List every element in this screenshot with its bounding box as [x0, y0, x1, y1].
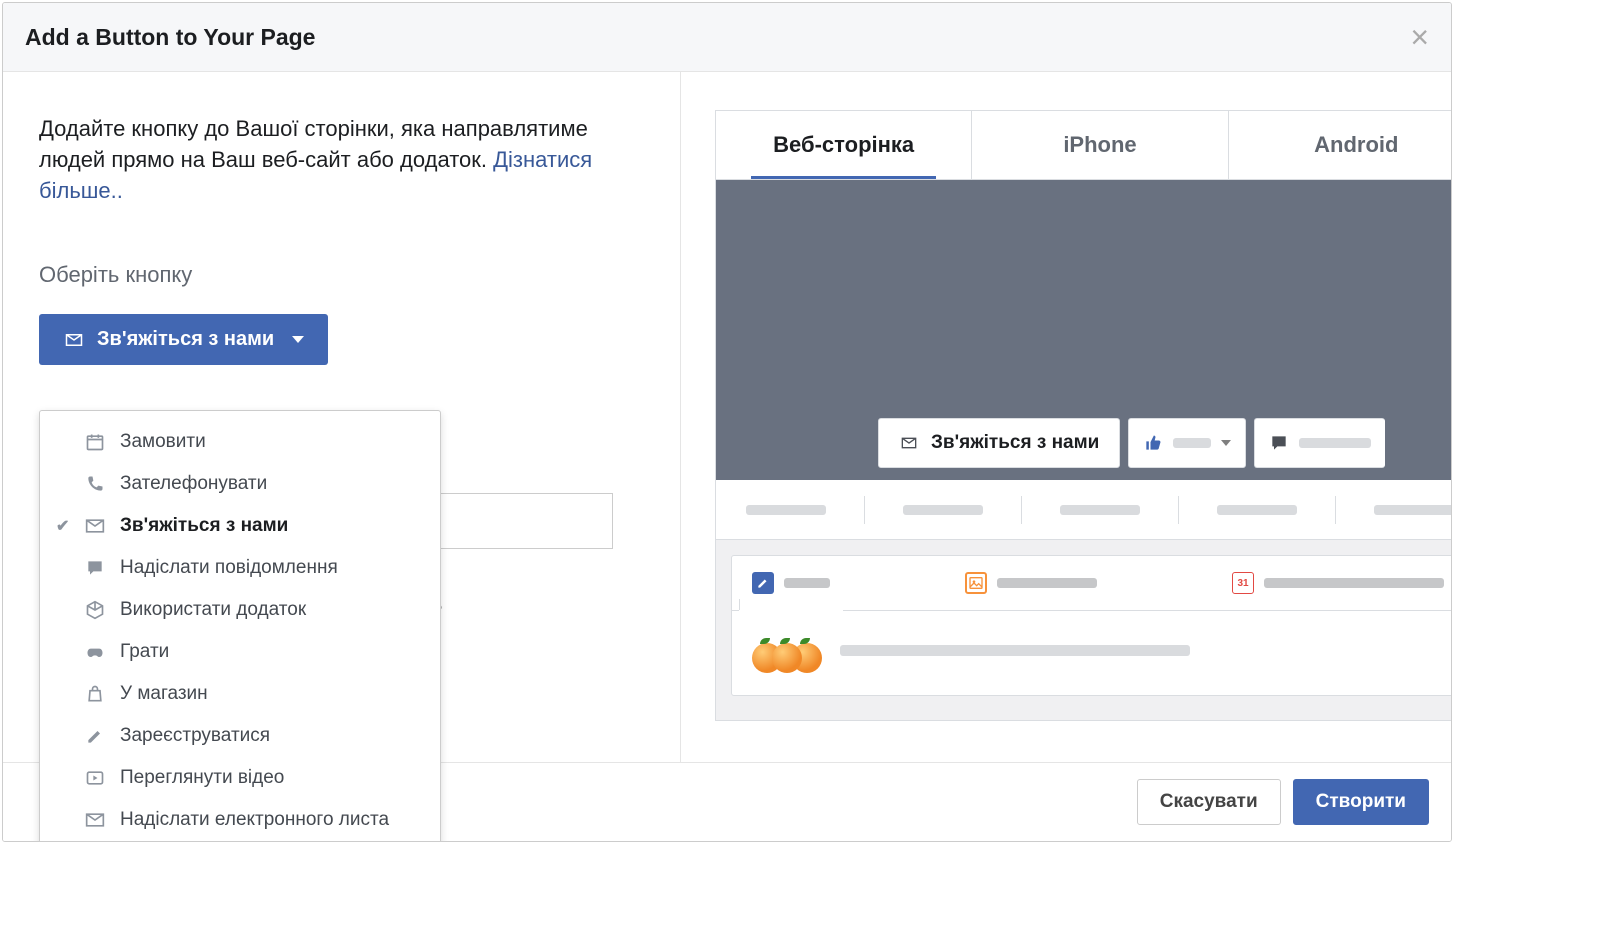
button-type-menu: Замовити Зателефонувати Зв'яжіться з нами Н…: [39, 410, 441, 842]
calendar-icon: [84, 432, 106, 452]
calendar-icon: 31: [1232, 572, 1254, 594]
like-icon: [1143, 433, 1163, 453]
option-label: Використати додаток: [120, 599, 306, 621]
nav-bar: [716, 480, 1452, 540]
placeholder: [1173, 438, 1211, 448]
placeholder: [1299, 438, 1371, 448]
nav-placeholder: [1217, 505, 1297, 515]
option-label: Зателефонувати: [120, 473, 267, 495]
nav-placeholder: [746, 505, 826, 515]
composer-body: [732, 611, 1452, 695]
cancel-button[interactable]: Скасувати: [1137, 779, 1281, 825]
dropdown-option[interactable]: Зв'яжіться з нами: [40, 505, 440, 547]
like-button[interactable]: [1128, 418, 1246, 468]
preview-tabs: Веб-сторінкаiPhoneAndroid: [715, 110, 1452, 179]
composer-tab-event[interactable]: 31: [1232, 572, 1444, 610]
dropdown-option[interactable]: Переглянути відео: [40, 757, 440, 799]
dropdown-option[interactable]: Надіслати повідомлення: [40, 547, 440, 589]
url-input[interactable]: [431, 493, 613, 549]
box-icon: [84, 600, 106, 620]
chat-icon: [1269, 433, 1289, 453]
preview-tab[interactable]: Android: [1229, 111, 1452, 179]
mail-icon: [63, 331, 85, 349]
composer-tab-status[interactable]: [752, 572, 830, 610]
option-label: Грати: [120, 641, 169, 663]
nav-placeholder: [1060, 505, 1140, 515]
option-label: Надіслати електронного листа: [120, 809, 389, 831]
divider: [864, 496, 865, 524]
pencil-icon: [84, 726, 106, 746]
pencil-icon: [752, 572, 774, 594]
chevron-down-icon: [292, 336, 304, 343]
preview-stage: Зв'яжіться з нами: [715, 179, 1452, 721]
section-label: Оберіть кнопку: [39, 262, 644, 288]
bag-icon: [84, 684, 106, 704]
option-label: Замовити: [120, 431, 206, 453]
option-label: Надіслати повідомлення: [120, 557, 338, 579]
dropdown-option[interactable]: Замовити: [40, 421, 440, 463]
cta-bar: Зв'яжіться з нами: [878, 418, 1452, 468]
option-label: Переглянути відео: [120, 767, 284, 789]
dropdown-option[interactable]: Зареєструватися: [40, 715, 440, 757]
dropdown-option[interactable]: Дізнатися більше: [40, 841, 440, 842]
divider: [1335, 496, 1336, 524]
chat-icon: [84, 558, 106, 578]
modal-header: Add a Button to Your Page ×: [3, 3, 1451, 72]
composer-tabs: 31: [732, 556, 1452, 611]
cover-area: Зв'яжіться з нами: [716, 180, 1452, 480]
close-icon[interactable]: ×: [1410, 21, 1429, 53]
divider: [1178, 496, 1179, 524]
modal-body: Додайте кнопку до Вашої сторінки, яка на…: [3, 72, 1451, 762]
option-label: У магазин: [120, 683, 208, 705]
left-panel: Додайте кнопку до Вашої сторінки, яка на…: [3, 72, 681, 762]
chevron-down-icon: [1221, 440, 1231, 446]
dropdown-option[interactable]: У магазин: [40, 673, 440, 715]
message-button[interactable]: [1254, 418, 1385, 468]
add-button-modal: Add a Button to Your Page × Додайте кноп…: [2, 2, 1452, 842]
placeholder: [840, 645, 1190, 656]
composer-tab-photo[interactable]: [965, 572, 1097, 610]
mail-icon: [84, 516, 106, 536]
phone-icon: [84, 474, 106, 494]
option-label: Зв'яжіться з нами: [120, 515, 288, 537]
mail-icon: [84, 810, 106, 830]
dropdown-option[interactable]: Використати додаток: [40, 589, 440, 631]
preview-tab[interactable]: iPhone: [972, 111, 1228, 179]
placeholder: [1264, 578, 1444, 588]
placeholder: [997, 578, 1097, 588]
button-type-dropdown[interactable]: Зв'яжіться з нами: [39, 314, 328, 365]
cta-button-preview[interactable]: Зв'яжіться з нами: [878, 418, 1120, 468]
dropdown-option[interactable]: Грати: [40, 631, 440, 673]
selected-button-label: Зв'яжіться з нами: [97, 328, 274, 351]
photo-icon: [965, 572, 987, 594]
gamepad-icon: [84, 642, 106, 662]
modal-title: Add a Button to Your Page: [25, 24, 315, 51]
avatar: [752, 631, 822, 675]
play-icon: [84, 768, 106, 788]
right-panel: Веб-сторінкаiPhoneAndroid Зв'яжіться з н…: [681, 72, 1452, 762]
nav-placeholder: [1374, 505, 1452, 515]
dropdown-option[interactable]: Зателефонувати: [40, 463, 440, 505]
mail-icon: [899, 435, 919, 451]
dropdown-option[interactable]: Надіслати електронного листа: [40, 799, 440, 841]
option-label: Зареєструватися: [120, 725, 270, 747]
composer: 31: [731, 555, 1452, 696]
divider: [1021, 496, 1022, 524]
preview-tab[interactable]: Веб-сторінка: [716, 111, 972, 179]
placeholder: [784, 578, 830, 588]
nav-placeholder: [903, 505, 983, 515]
cta-label: Зв'яжіться з нами: [931, 432, 1099, 454]
create-button[interactable]: Створити: [1293, 779, 1429, 825]
intro-text: Додайте кнопку до Вашої сторінки, яка на…: [39, 114, 644, 206]
